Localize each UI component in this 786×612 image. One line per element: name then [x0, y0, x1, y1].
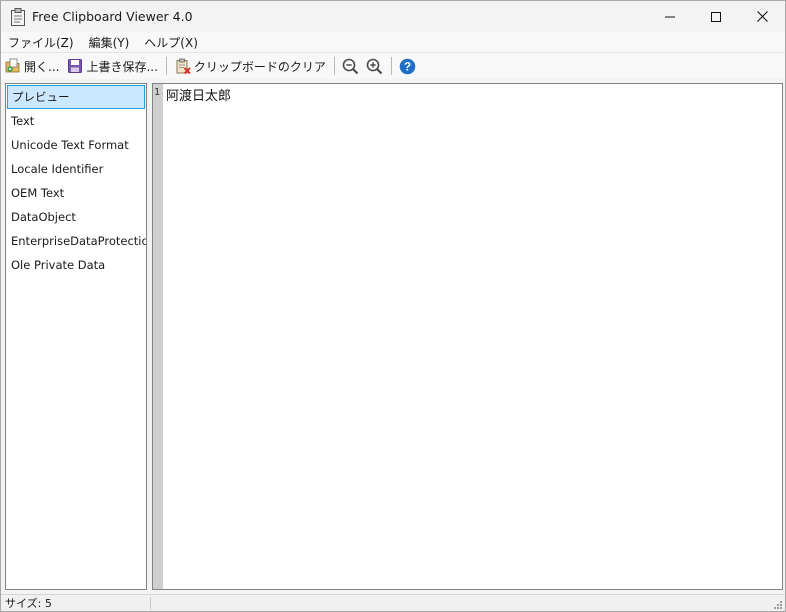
status-size: サイズ: 5 — [5, 597, 52, 610]
title-bar[interactable]: Free Clipboard Viewer 4.0 — [1, 1, 785, 32]
menu-file[interactable]: ファイル(Z) — [1, 34, 82, 51]
clear-clipboard-label: クリップボードのクリア — [193, 59, 326, 74]
svg-text:?: ? — [404, 61, 411, 73]
close-icon — [756, 11, 768, 22]
window-title: Free Clipboard Viewer 4.0 — [32, 9, 193, 24]
preview-text[interactable]: 阿渡日太郎 — [166, 85, 231, 104]
zoom-in-icon — [367, 58, 383, 74]
line-number: 1 — [154, 87, 161, 98]
line-number-gutter: 1 — [153, 84, 163, 589]
minimize-icon — [665, 16, 675, 17]
menu-bar: ファイル(Z) 編集(Y) ヘルプ(X) — [1, 32, 785, 52]
open-label: 開く... — [24, 59, 60, 74]
format-item-unicode-text[interactable]: Unicode Text Format — [6, 133, 146, 157]
save-icon — [68, 59, 83, 73]
zoom-in-button[interactable] — [363, 55, 387, 77]
toolbar-separator — [333, 57, 335, 75]
format-item-enterprise-data-protection[interactable]: EnterpriseDataProtectionId — [6, 229, 146, 253]
open-button[interactable]: 開く... — [1, 55, 63, 77]
zoom-out-icon — [343, 58, 359, 74]
app-window: Free Clipboard Viewer 4.0 ファイル(Z) 編集(Y) … — [0, 0, 786, 612]
toolbar-separator — [390, 57, 392, 75]
menu-help[interactable]: ヘルプ(X) — [137, 34, 206, 51]
menu-edit[interactable]: 編集(Y) — [82, 34, 138, 51]
format-list[interactable]: プレビュー Text Unicode Text Format Locale Id… — [5, 83, 147, 590]
help-button[interactable]: ? — [396, 55, 420, 77]
maximize-icon — [711, 11, 721, 22]
maximize-button[interactable] — [693, 1, 739, 32]
toolbar-separator — [165, 57, 167, 75]
format-item-dataobject[interactable]: DataObject — [6, 205, 146, 229]
format-item-ole-private-data[interactable]: Ole Private Data — [6, 253, 146, 277]
resize-grip-icon[interactable] — [773, 600, 783, 610]
close-button[interactable] — [739, 1, 785, 32]
status-bar: サイズ: 5 — [1, 594, 785, 611]
toolbar: 開く... 上書き保存... クリップボードのクリア ? — [1, 52, 785, 79]
save-label: 上書き保存... — [86, 59, 158, 74]
open-folder-icon — [5, 58, 20, 73]
help-icon: ? — [400, 58, 416, 74]
minimize-button[interactable] — [647, 1, 693, 32]
zoom-out-button[interactable] — [339, 55, 363, 77]
clear-clipboard-icon — [176, 58, 191, 74]
format-item-preview[interactable]: プレビュー — [7, 85, 145, 109]
preview-pane[interactable]: 1 阿渡日太郎 — [152, 83, 783, 590]
clipboard-app-icon — [10, 7, 26, 26]
clear-clipboard-button[interactable]: クリップボードのクリア — [171, 55, 330, 77]
format-item-text[interactable]: Text — [6, 109, 146, 133]
format-item-locale-identifier[interactable]: Locale Identifier — [6, 157, 146, 181]
status-separator — [150, 597, 151, 610]
format-item-oem-text[interactable]: OEM Text — [6, 181, 146, 205]
save-button[interactable]: 上書き保存... — [63, 55, 161, 77]
